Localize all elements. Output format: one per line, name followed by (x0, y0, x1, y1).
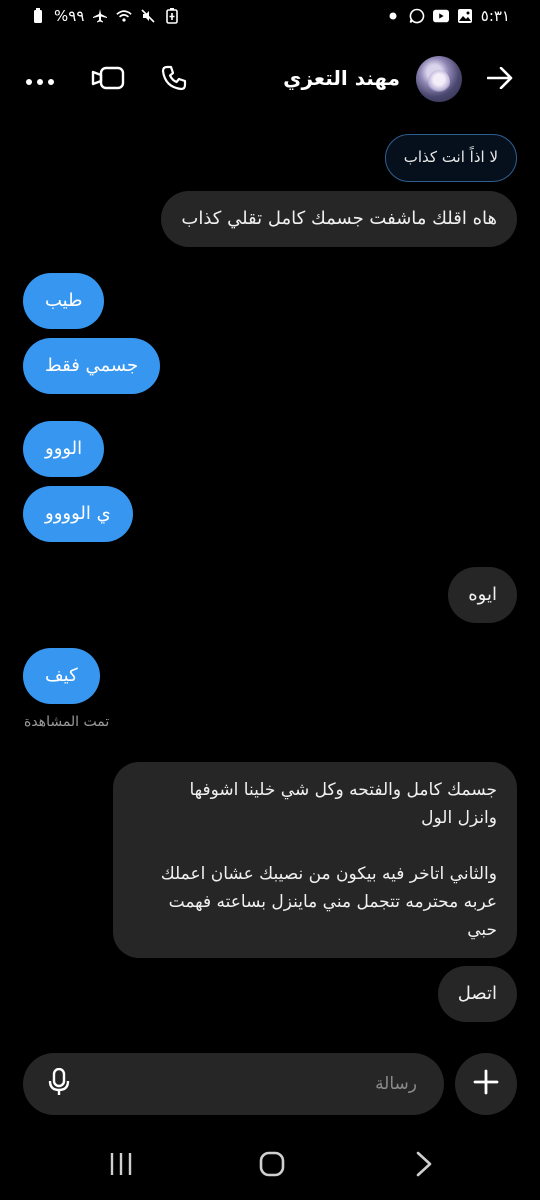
outgoing-message[interactable]: الووو (23, 421, 105, 477)
call-icon (161, 65, 187, 95)
back-button[interactable] (478, 58, 522, 102)
clock: ٥:٣١ (480, 7, 510, 25)
status-bar-right: ٥:٣١ (385, 7, 510, 25)
youtube-icon (432, 8, 449, 24)
status-bar-left: %٩٩ (30, 7, 180, 25)
battery-percent: %٩٩ (54, 7, 85, 25)
battery-saver-icon (164, 8, 180, 24)
seen-status: تمت المشاهدة (24, 714, 110, 730)
recents-icon (108, 1152, 134, 1180)
mute-icon (140, 8, 156, 24)
back-arrow-icon (486, 66, 513, 93)
outgoing-message[interactable]: جسمي فقط (23, 338, 161, 394)
message-composer (23, 1053, 444, 1115)
incoming-message[interactable]: هاه اقلك ماشفت جسمك كامل تقلي كذاب (161, 191, 517, 247)
recents-button[interactable] (96, 1146, 146, 1186)
outgoing-message[interactable]: كيف (23, 648, 100, 704)
plus-icon (473, 1069, 499, 1099)
video-call-button[interactable] (86, 58, 130, 102)
gallery-icon (457, 8, 473, 24)
call-button[interactable] (152, 58, 196, 102)
avatar[interactable] (416, 56, 462, 102)
message-input[interactable] (93, 1061, 433, 1107)
more-options-button[interactable] (18, 58, 62, 102)
dot-icon (385, 8, 401, 24)
incoming-message[interactable]: جسمك كامل والفتحه وكل شي خلينا اشوفها وا… (113, 762, 517, 958)
home-button[interactable] (247, 1146, 297, 1186)
microphone-icon (48, 1067, 70, 1100)
home-icon (259, 1151, 285, 1181)
chat-notification-icon (409, 8, 425, 24)
chevron-right-icon (416, 1151, 432, 1181)
status-bar: %٩٩ ٥:٣١ (0, 0, 540, 34)
incoming-message[interactable]: ايوه (448, 567, 517, 623)
outgoing-message[interactable]: ي الوووو (23, 486, 133, 542)
more-options-icon (25, 71, 55, 90)
system-back-button[interactable] (399, 1146, 449, 1186)
airplane-icon (92, 8, 108, 24)
add-attachment-button[interactable] (455, 1053, 517, 1115)
chat-header: مهند التعزي (0, 44, 540, 116)
wifi-icon (116, 8, 133, 24)
battery-icon (30, 8, 46, 24)
system-navigation-bar (0, 1134, 540, 1200)
outgoing-message[interactable]: طيب (23, 273, 105, 329)
replied-message-preview[interactable]: لا اذاً انت كذاب (384, 134, 517, 182)
video-call-icon (91, 66, 125, 94)
incoming-message[interactable]: اتصل (437, 966, 517, 1022)
contact-name[interactable]: مهند التعزي (283, 66, 400, 90)
voice-message-button[interactable] (37, 1062, 81, 1106)
